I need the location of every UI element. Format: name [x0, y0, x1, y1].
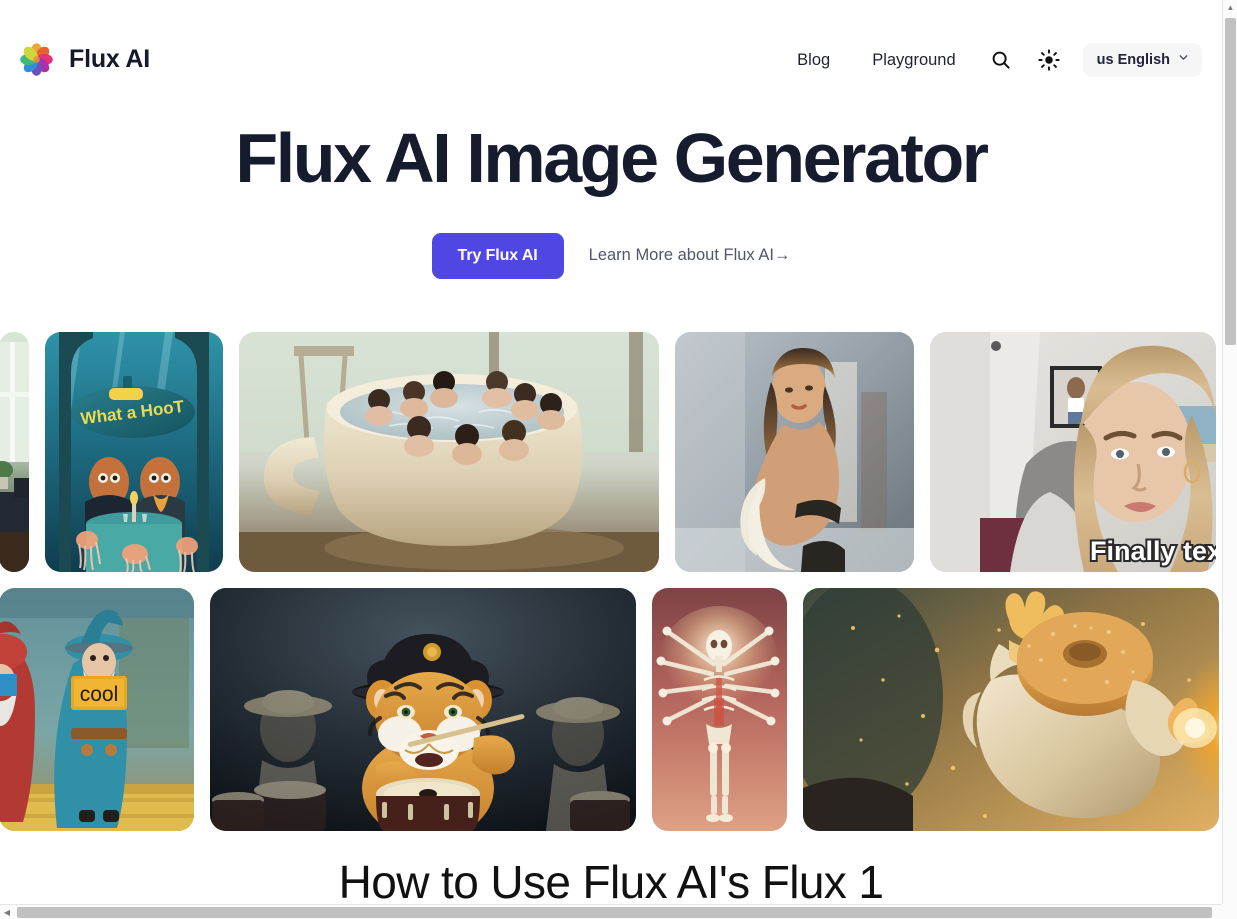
gallery-image-woman-portrait[interactable] — [675, 332, 914, 572]
try-flux-ai-button[interactable]: Try Flux AI — [431, 232, 564, 279]
search-icon[interactable] — [983, 42, 1019, 78]
chevron-down-icon — [1177, 51, 1190, 69]
scroll-left-arrow-glyph: ◀ — [3, 907, 11, 917]
horizontal-scrollbar[interactable]: ◀ ▶ — [0, 904, 1237, 919]
browser-viewport: Flux AI Blog Playground us English Flux … — [0, 0, 1237, 919]
gallery-image-wizards[interactable]: cool — [0, 588, 194, 831]
site-header: Flux AI Blog Playground us English — [0, 0, 1222, 112]
vertical-scrollbar[interactable]: ▲ — [1222, 0, 1237, 904]
scroll-up-arrow[interactable]: ▲ — [1223, 0, 1237, 16]
hero-actions: Try Flux AI Learn More about Flux AI→ — [0, 232, 1222, 279]
section-heading: How to Use Flux AI's Flux 1 — [338, 856, 884, 904]
language-selector[interactable]: us English — [1082, 43, 1202, 77]
primary-nav: Blog Playground us English — [776, 42, 1202, 78]
flower-logo-icon — [18, 41, 55, 78]
scroll-left-arrow[interactable]: ◀ — [0, 905, 14, 919]
gallery-image-tiger-drummer[interactable] — [210, 588, 636, 831]
nav-link-blog[interactable]: Blog — [776, 42, 851, 78]
gallery-row: cool — [0, 588, 1222, 831]
svg-text:cool: cool — [80, 683, 119, 706]
vertical-scrollbar-thumb[interactable] — [1225, 18, 1236, 345]
nav-link-playground[interactable]: Playground — [851, 42, 976, 78]
horizontal-scrollbar-thumb[interactable] — [17, 907, 1212, 918]
sun-icon[interactable] — [1031, 42, 1067, 78]
image-overlay-caption: Finally text wor — [1090, 536, 1216, 566]
page-title: Flux AI Image Generator — [235, 119, 989, 197]
gallery-image-selfie-text[interactable]: Finally text wor — [930, 332, 1216, 572]
gallery-image-sunlit-room[interactable] — [0, 332, 29, 572]
learn-more-link[interactable]: Learn More about Flux AI→ — [589, 246, 791, 265]
brand-logo-link[interactable]: Flux AI — [18, 41, 150, 78]
hero-section: Flux AI Image Generator Try Flux AI Lear… — [0, 112, 1222, 279]
gallery-image-donut-figure[interactable] — [803, 588, 1219, 831]
page-content: Flux AI Blog Playground us English Flux … — [0, 0, 1222, 904]
gallery-row: What a HooT Finally tex — [0, 332, 1222, 572]
scrollbar-corner — [1222, 904, 1237, 919]
gallery-image-underwater-owls[interactable]: What a HooT — [45, 332, 223, 572]
image-gallery: What a HooT Finally tex cool — [0, 332, 1222, 847]
brand-name: Flux AI — [69, 45, 151, 73]
language-label: us English — [1096, 52, 1170, 68]
scroll-up-arrow-glyph: ▲ — [1226, 3, 1235, 12]
gallery-image-teacup-hottub[interactable] — [239, 332, 659, 572]
gallery-image-skeleton[interactable] — [652, 588, 787, 831]
